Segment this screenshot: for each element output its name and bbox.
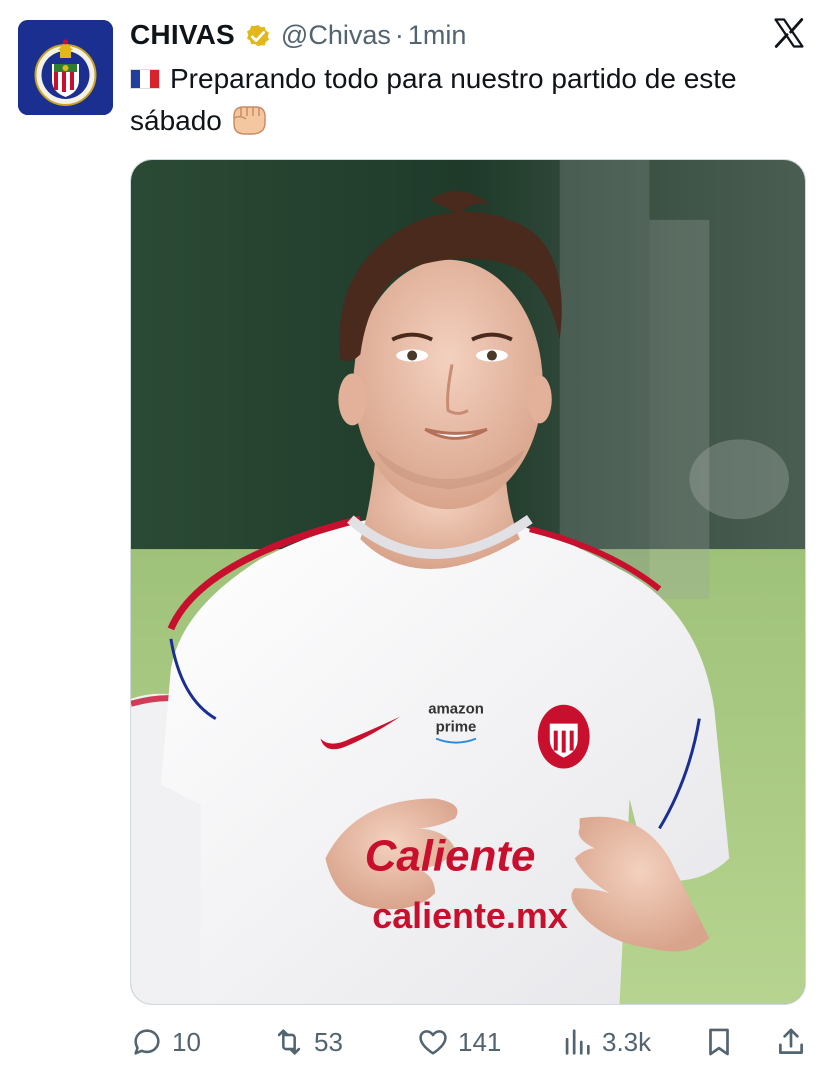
tweet-body: Preparando todo para nuestro partido de … bbox=[130, 63, 737, 136]
reply-button[interactable]: 10 bbox=[130, 1020, 201, 1064]
share-button[interactable] bbox=[774, 1020, 808, 1064]
verified-badge-icon[interactable] bbox=[243, 20, 273, 50]
timestamp[interactable]: 1min bbox=[408, 20, 467, 51]
x-logo-icon[interactable] bbox=[772, 16, 806, 50]
handle[interactable]: @Chivas bbox=[281, 20, 391, 51]
france-flag-icon bbox=[130, 69, 160, 89]
avatar[interactable] bbox=[18, 20, 113, 115]
tweet-card[interactable]: CHIVAS @Chivas · 1min Preparando todo pa… bbox=[0, 0, 828, 1077]
jersey-sponsor-top: amazon bbox=[428, 701, 484, 718]
action-bar: 10 53 141 3.3k bbox=[130, 1020, 810, 1064]
views-count: 3.3k bbox=[602, 1026, 652, 1057]
tweet-header: CHIVAS @Chivas · 1min bbox=[130, 16, 466, 54]
heart-icon bbox=[419, 1030, 447, 1055]
reply-count: 10 bbox=[172, 1026, 201, 1057]
like-button[interactable]: 141 bbox=[416, 1020, 501, 1064]
jersey-sponsor-bottom: prime bbox=[436, 719, 477, 736]
chivas-crest-icon bbox=[18, 20, 113, 115]
separator-dot: · bbox=[394, 19, 404, 50]
tweet-text: Preparando todo para nuestro partido de … bbox=[130, 58, 800, 142]
reply-icon bbox=[134, 1029, 160, 1055]
display-name[interactable]: CHIVAS bbox=[130, 19, 235, 51]
jersey-url-text: caliente.mx bbox=[372, 896, 567, 936]
share-icon bbox=[779, 1028, 803, 1054]
fist-emoji-icon bbox=[228, 102, 268, 136]
views-button[interactable]: 3.3k bbox=[560, 1020, 651, 1064]
like-count: 141 bbox=[458, 1026, 502, 1057]
bookmark-icon bbox=[709, 1028, 729, 1056]
bookmark-button[interactable] bbox=[702, 1020, 736, 1064]
repost-icon bbox=[277, 1029, 301, 1055]
tweet-photo[interactable]: amazon prime Caliente caliente.mx bbox=[130, 159, 806, 1005]
views-chart-icon bbox=[565, 1029, 590, 1055]
repost-button[interactable]: 53 bbox=[272, 1020, 343, 1064]
jersey-front-text: Caliente bbox=[365, 831, 536, 880]
repost-count: 53 bbox=[314, 1026, 343, 1057]
